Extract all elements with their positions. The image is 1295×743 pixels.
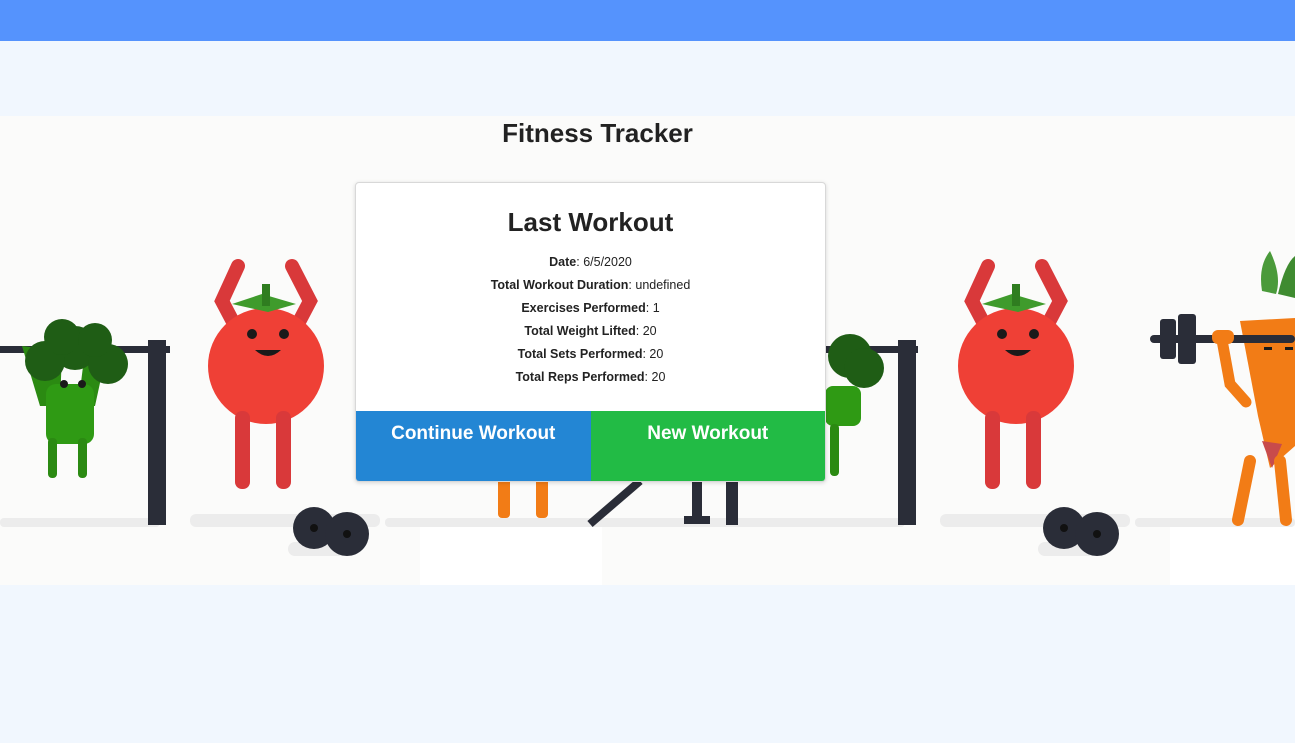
card-actions: Continue Workout New Workout [356, 411, 825, 481]
stat-value: undefined [635, 278, 691, 292]
stat-value: 20 [649, 347, 664, 361]
stat-value: 20 [651, 370, 666, 384]
last-workout-card: Last Workout Date: 6/5/2020 Total Workou… [355, 182, 826, 482]
stat-label: Exercises Performed [521, 301, 646, 315]
stat-label: Total Weight Lifted [524, 324, 636, 338]
stat-sets: Total Sets Performed: 20 [517, 347, 664, 361]
stat-label: Total Reps Performed [515, 370, 645, 384]
stat-date: Date: 6/5/2020 [549, 255, 632, 269]
stat-label: Date [549, 255, 577, 269]
continue-workout-button[interactable]: Continue Workout [356, 411, 591, 481]
page-title: Fitness Tracker [502, 118, 693, 148]
stat-value: 1 [652, 301, 660, 315]
workout-stats: Date: 6/5/2020 Total Workout Duration: u… [356, 251, 825, 389]
stat-value: 6/5/2020 [583, 255, 632, 269]
card-title: Last Workout [507, 207, 674, 237]
stat-exercises: Exercises Performed: 1 [521, 301, 660, 315]
stat-weight: Total Weight Lifted: 20 [524, 324, 657, 338]
stat-value: 20 [642, 324, 657, 338]
stat-reps: Total Reps Performed: 20 [515, 370, 666, 384]
new-workout-button[interactable]: New Workout [590, 411, 825, 481]
stat-label: Total Workout Duration [490, 278, 629, 292]
stat-duration: Total Workout Duration: undefined [490, 278, 691, 292]
top-nav-bar [0, 0, 1295, 41]
stat-label: Total Sets Performed [517, 347, 643, 361]
